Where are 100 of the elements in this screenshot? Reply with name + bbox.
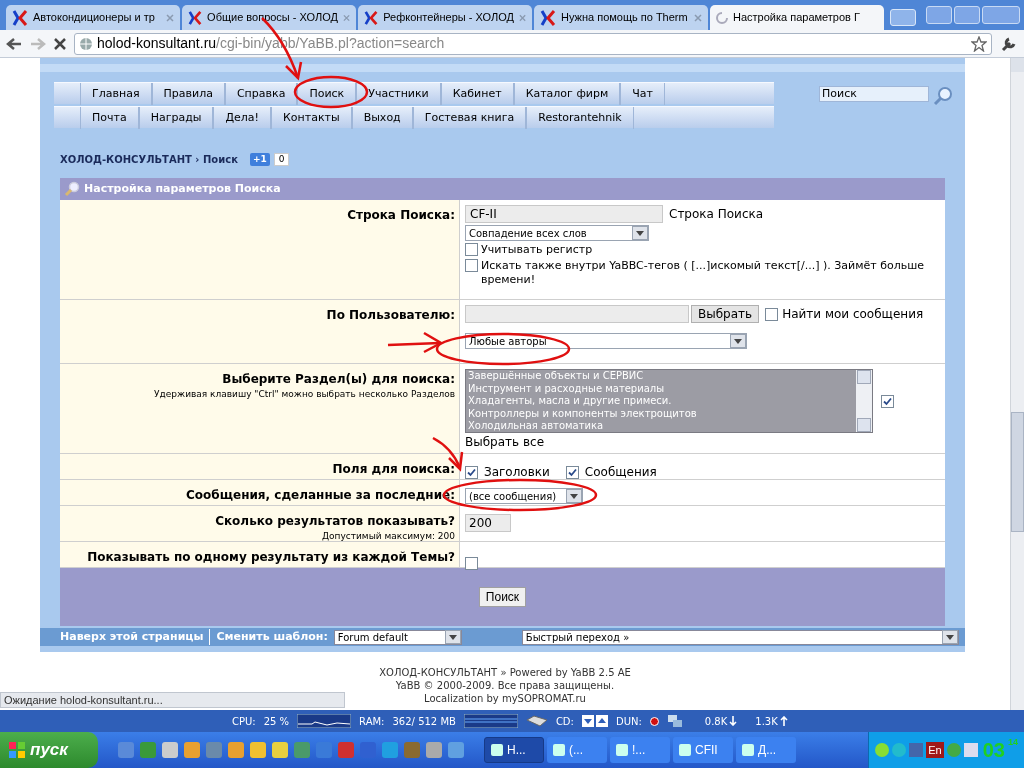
search-field[interactable]: Поиск bbox=[819, 86, 929, 102]
nav-tab[interactable]: Restorantehnik bbox=[526, 107, 634, 129]
browser-tab[interactable]: Автокондиционеры и тр bbox=[6, 5, 180, 30]
quick-launch-icon[interactable] bbox=[448, 742, 464, 758]
quick-launch-icon[interactable] bbox=[118, 742, 134, 758]
template-dropdown[interactable]: Forum default bbox=[333, 629, 462, 645]
search-icon[interactable] bbox=[933, 86, 953, 106]
taskbar-window-button[interactable]: (... bbox=[547, 737, 607, 763]
tray-icon[interactable] bbox=[946, 743, 961, 757]
quick-launch-icon[interactable] bbox=[162, 742, 178, 758]
down-button-icon[interactable] bbox=[581, 715, 594, 727]
clock-minutes: 14 bbox=[1008, 736, 1018, 749]
nav-tab[interactable]: Гостевая книга bbox=[412, 107, 527, 129]
plus-one-button[interactable]: +1 bbox=[249, 152, 270, 166]
close-icon[interactable] bbox=[518, 13, 526, 22]
search-button[interactable]: Поиск bbox=[478, 587, 527, 607]
browser-tab[interactable]: Нужна помощь по Therm bbox=[534, 5, 708, 30]
nav-tab[interactable]: Главная bbox=[80, 83, 152, 105]
quick-launch-icon[interactable] bbox=[294, 742, 310, 758]
checkbox[interactable] bbox=[465, 557, 478, 570]
quick-launch-icon[interactable] bbox=[228, 742, 244, 758]
footer-text: YaBB © 2000-2009. Все права защищены. bbox=[395, 679, 615, 692]
nav-tab[interactable]: Справка bbox=[224, 83, 298, 105]
nav-tab[interactable]: Чат bbox=[620, 83, 665, 105]
quick-launch-icon[interactable] bbox=[382, 742, 398, 758]
select-all-label: Выбрать все bbox=[465, 434, 545, 451]
hint-text: Допустимый максимум: 200 bbox=[322, 530, 455, 543]
taskbar-window-button[interactable]: Н... bbox=[484, 737, 544, 763]
close-icon[interactable] bbox=[694, 13, 702, 22]
back-icon[interactable] bbox=[6, 36, 22, 51]
search-field[interactable]: CF-II bbox=[465, 205, 663, 223]
quick-launch-icon[interactable] bbox=[206, 742, 222, 758]
browser-tab[interactable]: Рефконтейнеры - ХОЛОД bbox=[358, 5, 532, 30]
hand-drawn-arrow bbox=[387, 331, 444, 354]
quick-launch-icon[interactable] bbox=[250, 742, 266, 758]
nav-tab[interactable]: Награды bbox=[138, 107, 214, 129]
checkbox[interactable] bbox=[881, 394, 894, 408]
quick-launch-icon[interactable] bbox=[426, 742, 442, 758]
period-dropdown[interactable]: (все сообщения) bbox=[465, 488, 583, 504]
nav-tab[interactable]: Почта bbox=[80, 107, 139, 129]
user-field[interactable] bbox=[465, 305, 689, 323]
star-icon[interactable] bbox=[971, 35, 987, 52]
checkbox[interactable] bbox=[465, 259, 478, 272]
nav-tab[interactable]: Дела! bbox=[213, 107, 271, 129]
quick-launch-icon[interactable] bbox=[338, 742, 354, 758]
clock: 03 bbox=[982, 738, 1005, 763]
quick-launch-icon[interactable] bbox=[316, 742, 332, 758]
browser-tab[interactable]: Общие вопросы - ХОЛОД bbox=[182, 5, 356, 30]
close-icon[interactable] bbox=[342, 13, 350, 22]
nav-tab[interactable]: Поиск bbox=[297, 83, 357, 105]
app-icon bbox=[491, 744, 503, 756]
nav-tab[interactable]: Выход bbox=[351, 107, 413, 129]
nav-tab[interactable]: Контакты bbox=[271, 107, 352, 129]
nav-tab[interactable]: Каталог фирм bbox=[513, 83, 621, 105]
new-tab-button[interactable] bbox=[890, 9, 916, 26]
results-field[interactable]: 200 bbox=[465, 514, 511, 532]
choose-button[interactable]: Выбрать bbox=[691, 305, 760, 323]
hint-text: Удерживая клавишу "Ctrl" можно выбрать несколько Разделов bbox=[154, 388, 455, 401]
minimize-button[interactable] bbox=[926, 6, 952, 24]
page-scrollbar[interactable] bbox=[1010, 58, 1024, 710]
quick-launch-icon[interactable] bbox=[140, 742, 156, 758]
close-button[interactable] bbox=[982, 6, 1020, 24]
browser-tab[interactable]: Настройка параметров Г bbox=[710, 5, 884, 30]
ram-graph-drawing bbox=[463, 714, 518, 728]
nav-tab[interactable]: Кабинет bbox=[440, 83, 514, 105]
breadcrumb: ХОЛОД-КОНСУЛЬТАНТ › Поиск bbox=[60, 152, 238, 167]
close-icon[interactable] bbox=[166, 13, 174, 22]
option-label: Искать также внутри YaBBC-тегов ( [...]искомый текст[/...] ). Займёт больше времени! bbox=[481, 259, 926, 287]
maximize-button[interactable] bbox=[954, 6, 980, 24]
tray-icon[interactable] bbox=[909, 743, 924, 757]
option-label: Сообщения bbox=[584, 464, 657, 481]
quick-launch-icon[interactable] bbox=[404, 742, 420, 758]
scrollbar[interactable] bbox=[856, 370, 872, 432]
taskbar-window-button[interactable]: CFII bbox=[673, 737, 733, 763]
tray-icon[interactable] bbox=[892, 743, 907, 757]
quick-launch-icon[interactable] bbox=[272, 742, 288, 758]
forward-icon[interactable] bbox=[30, 36, 46, 51]
authors-dropdown[interactable]: Любые авторы bbox=[465, 333, 747, 349]
match-dropdown[interactable]: Совпадение всех слов bbox=[465, 225, 649, 241]
field-label: Показывать по одному результату из каждой Темы? bbox=[87, 549, 455, 566]
taskbar-window-button[interactable]: Д... bbox=[736, 737, 796, 763]
tab-title: Автокондиционеры и тр bbox=[33, 10, 156, 26]
language-indicator[interactable]: En bbox=[926, 741, 944, 759]
up-button-icon[interactable] bbox=[595, 715, 608, 727]
ram-value: 362/ 512 MB bbox=[392, 714, 456, 729]
option-label: Заголовки bbox=[484, 464, 550, 481]
nav-tab[interactable]: Участники bbox=[356, 83, 441, 105]
nav-tab[interactable]: Правила bbox=[151, 83, 225, 105]
field-label: Сколько результатов показывать? bbox=[215, 513, 455, 530]
quick-launch-icon[interactable] bbox=[184, 742, 200, 758]
stop-icon[interactable] bbox=[54, 37, 66, 50]
taskbar-window-button[interactable]: !... bbox=[610, 737, 670, 763]
quick-jump-dropdown[interactable]: Быстрый переход » bbox=[521, 629, 959, 645]
plus-one-count: 0 bbox=[273, 152, 290, 166]
checkbox[interactable] bbox=[565, 465, 579, 479]
checkbox[interactable] bbox=[765, 307, 779, 321]
breadcrumb-link[interactable]: ХОЛОД-КОНСУЛЬТАНТ bbox=[60, 153, 192, 165]
checkbox[interactable] bbox=[465, 243, 478, 256]
tray-icon[interactable] bbox=[875, 743, 890, 757]
checkbox[interactable] bbox=[465, 465, 478, 479]
